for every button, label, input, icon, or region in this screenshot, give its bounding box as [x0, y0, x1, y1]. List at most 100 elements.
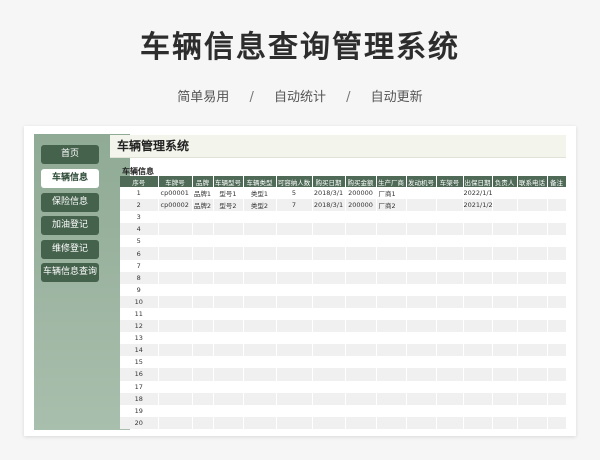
table-cell[interactable]	[517, 380, 548, 393]
table-cell[interactable]	[213, 271, 244, 284]
table-cell[interactable]	[492, 295, 518, 308]
table-cell[interactable]	[436, 211, 464, 224]
table-cell[interactable]	[276, 211, 313, 224]
table-row[interactable]: 13	[120, 332, 567, 345]
table-cell[interactable]	[547, 199, 567, 212]
table-cell[interactable]	[192, 416, 214, 429]
table-cell[interactable]	[213, 368, 244, 381]
table-cell[interactable]	[243, 259, 277, 272]
table-cell[interactable]	[192, 295, 214, 308]
table-cell[interactable]	[213, 295, 244, 308]
table-row[interactable]: 18	[120, 392, 567, 405]
table-cell[interactable]	[517, 307, 548, 321]
table-cell[interactable]: 厂商2	[376, 199, 407, 212]
table-cell[interactable]	[213, 223, 244, 236]
table-cell[interactable]	[463, 416, 493, 429]
table-cell[interactable]	[492, 332, 518, 345]
table-cell[interactable]	[243, 295, 277, 308]
table-cell[interactable]	[406, 392, 437, 405]
table-cell[interactable]	[312, 235, 346, 248]
table-cell[interactable]	[345, 320, 377, 333]
table-cell[interactable]	[436, 247, 464, 260]
table-cell[interactable]	[463, 320, 493, 333]
table-cell[interactable]	[376, 332, 407, 345]
table-cell[interactable]	[276, 295, 313, 308]
table-cell[interactable]	[406, 356, 437, 369]
table-cell[interactable]	[243, 271, 277, 284]
table-cell[interactable]	[517, 259, 548, 272]
table-cell[interactable]	[276, 332, 313, 345]
table-cell[interactable]	[436, 380, 464, 393]
table-cell[interactable]: 3	[120, 211, 159, 224]
table-cell[interactable]: 18	[120, 392, 159, 405]
table-cell[interactable]	[376, 211, 407, 224]
table-cell[interactable]	[192, 356, 214, 369]
table-cell[interactable]	[192, 368, 214, 381]
table-cell[interactable]	[492, 199, 518, 212]
table-cell[interactable]	[376, 392, 407, 405]
table-cell[interactable]	[312, 344, 346, 357]
table-cell[interactable]	[436, 235, 464, 248]
table-cell[interactable]	[547, 295, 567, 308]
table-cell[interactable]	[547, 271, 567, 284]
table-cell[interactable]: 20	[120, 416, 159, 429]
table-cell[interactable]	[517, 392, 548, 405]
table-cell[interactable]: 10	[120, 295, 159, 308]
table-cell[interactable]: 型号2	[213, 199, 244, 212]
table-row[interactable]: 6	[120, 247, 567, 260]
table-cell[interactable]	[276, 416, 313, 429]
table-cell[interactable]	[492, 392, 518, 405]
table-cell[interactable]	[547, 283, 567, 296]
table-cell[interactable]	[517, 271, 548, 284]
table-cell[interactable]	[463, 344, 493, 357]
table-cell[interactable]	[276, 368, 313, 381]
table-cell[interactable]	[158, 295, 193, 308]
table-cell[interactable]	[243, 235, 277, 248]
table-cell[interactable]	[192, 380, 214, 393]
table-cell[interactable]	[492, 187, 518, 200]
table-cell[interactable]	[517, 416, 548, 429]
table-cell[interactable]	[436, 404, 464, 417]
table-cell[interactable]	[376, 259, 407, 272]
table-cell[interactable]	[547, 307, 567, 321]
table-cell[interactable]	[517, 368, 548, 381]
table-cell[interactable]	[243, 356, 277, 369]
table-cell[interactable]	[345, 223, 377, 236]
table-cell[interactable]	[192, 235, 214, 248]
table-cell[interactable]	[463, 235, 493, 248]
table-cell[interactable]: 7	[276, 199, 313, 212]
table-cell[interactable]	[547, 259, 567, 272]
table-cell[interactable]	[376, 307, 407, 321]
table-cell[interactable]	[158, 404, 193, 417]
table-cell[interactable]	[213, 211, 244, 224]
table-cell[interactable]: 5	[120, 235, 159, 248]
table-cell[interactable]	[492, 416, 518, 429]
table-row[interactable]: 4	[120, 223, 567, 236]
table-cell[interactable]	[276, 380, 313, 393]
table-cell[interactable]	[492, 283, 518, 296]
table-cell[interactable]: 13	[120, 332, 159, 345]
table-cell[interactable]	[463, 368, 493, 381]
table-cell[interactable]	[312, 247, 346, 260]
table-cell[interactable]	[276, 307, 313, 321]
table-cell[interactable]	[158, 380, 193, 393]
table-cell[interactable]	[376, 283, 407, 296]
table-cell[interactable]	[406, 320, 437, 333]
table-cell[interactable]	[376, 223, 407, 236]
table-cell[interactable]	[463, 223, 493, 236]
table-cell[interactable]	[192, 259, 214, 272]
table-cell[interactable]	[276, 235, 313, 248]
table-cell[interactable]	[312, 404, 346, 417]
sidebar-item-repair[interactable]: 维修登记	[41, 240, 99, 259]
table-cell[interactable]	[312, 271, 346, 284]
table-cell[interactable]	[517, 295, 548, 308]
table-cell[interactable]	[492, 356, 518, 369]
table-cell[interactable]	[547, 356, 567, 369]
table-cell[interactable]	[492, 368, 518, 381]
table-cell[interactable]: 类型1	[243, 187, 277, 200]
table-cell[interactable]	[463, 307, 493, 321]
table-cell[interactable]	[406, 259, 437, 272]
table-cell[interactable]	[376, 295, 407, 308]
table-cell[interactable]	[345, 235, 377, 248]
table-cell[interactable]	[243, 344, 277, 357]
